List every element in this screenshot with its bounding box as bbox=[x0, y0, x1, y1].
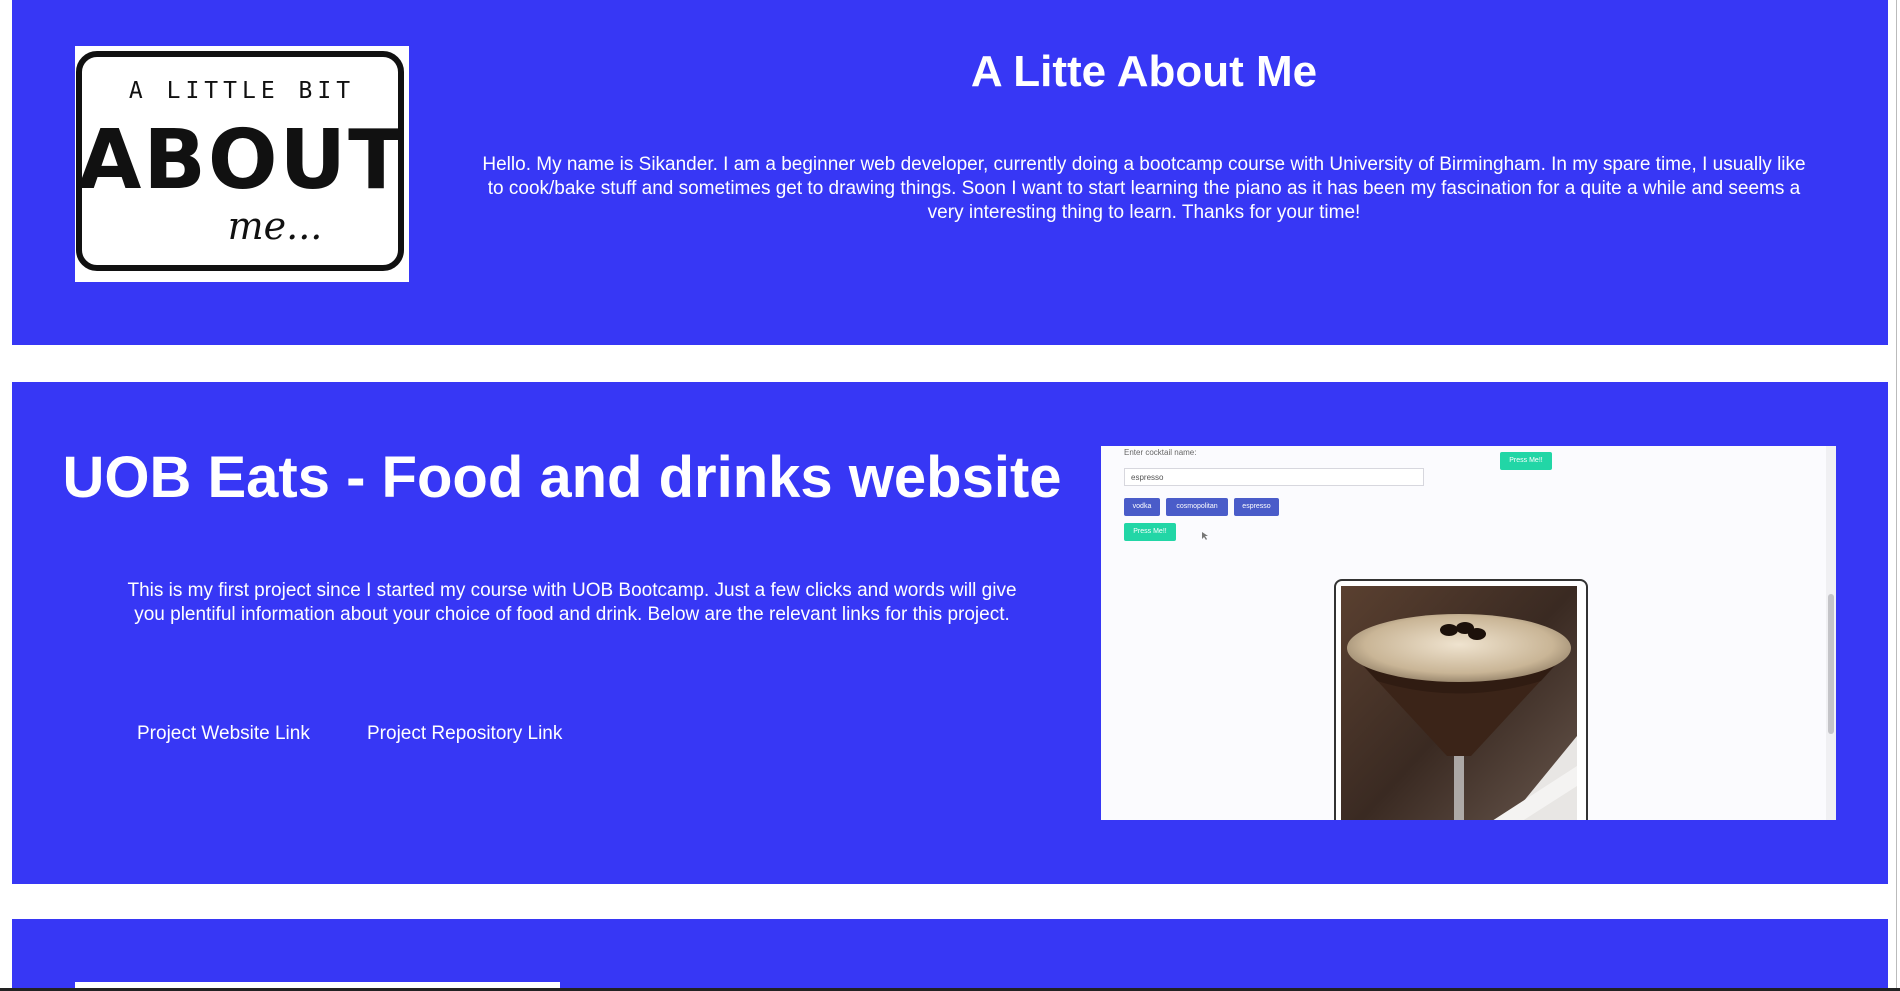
preview-press-button-top: Press Me!! bbox=[1500, 452, 1552, 470]
preview-chip-vodka: vodka bbox=[1124, 498, 1160, 516]
project-title: UOB Eats - Food and drinks website bbox=[62, 445, 1062, 510]
next-section bbox=[12, 919, 1888, 991]
preview-chip-espresso: espresso bbox=[1234, 498, 1279, 516]
preview-press-button: Press Me!! bbox=[1124, 523, 1176, 541]
project-website-link[interactable]: Project Website Link bbox=[137, 722, 310, 746]
project-preview-screenshot: Enter cocktail name: espresso Press Me!!… bbox=[1101, 446, 1836, 820]
about-image-line2: ABOUT bbox=[78, 113, 406, 208]
about-me-image: A LITTLE BIT ABOUT me... bbox=[75, 46, 409, 282]
window-edge bbox=[1896, 0, 1897, 991]
preview-scrollbar-thumb bbox=[1828, 594, 1834, 734]
project-repository-link[interactable]: Project Repository Link bbox=[367, 722, 562, 746]
about-title: A Litte About Me bbox=[970, 47, 1318, 96]
about-section: A LITTLE BIT ABOUT me... A Litte About M… bbox=[12, 0, 1888, 345]
preview-photo-frame bbox=[1334, 579, 1588, 820]
portfolio-page: A LITTLE BIT ABOUT me... A Litte About M… bbox=[0, 0, 1900, 991]
about-image-line1: A LITTLE BIT bbox=[129, 78, 355, 104]
about-image-line3: me... bbox=[228, 204, 323, 248]
project-description: This is my first project since I started… bbox=[127, 580, 1017, 625]
cursor-icon bbox=[1202, 532, 1208, 540]
about-text: Hello. My name is Sikander. I am a begin… bbox=[482, 154, 1806, 223]
preview-input-label: Enter cocktail name: bbox=[1124, 448, 1197, 457]
project-section: UOB Eats - Food and drinks website This … bbox=[12, 382, 1888, 884]
preview-search-input: espresso bbox=[1124, 468, 1424, 486]
preview-chip-cosmopolitan: cosmopolitan bbox=[1166, 498, 1228, 516]
cocktail-photo bbox=[1341, 586, 1577, 820]
preview-scrollbar bbox=[1826, 446, 1836, 820]
